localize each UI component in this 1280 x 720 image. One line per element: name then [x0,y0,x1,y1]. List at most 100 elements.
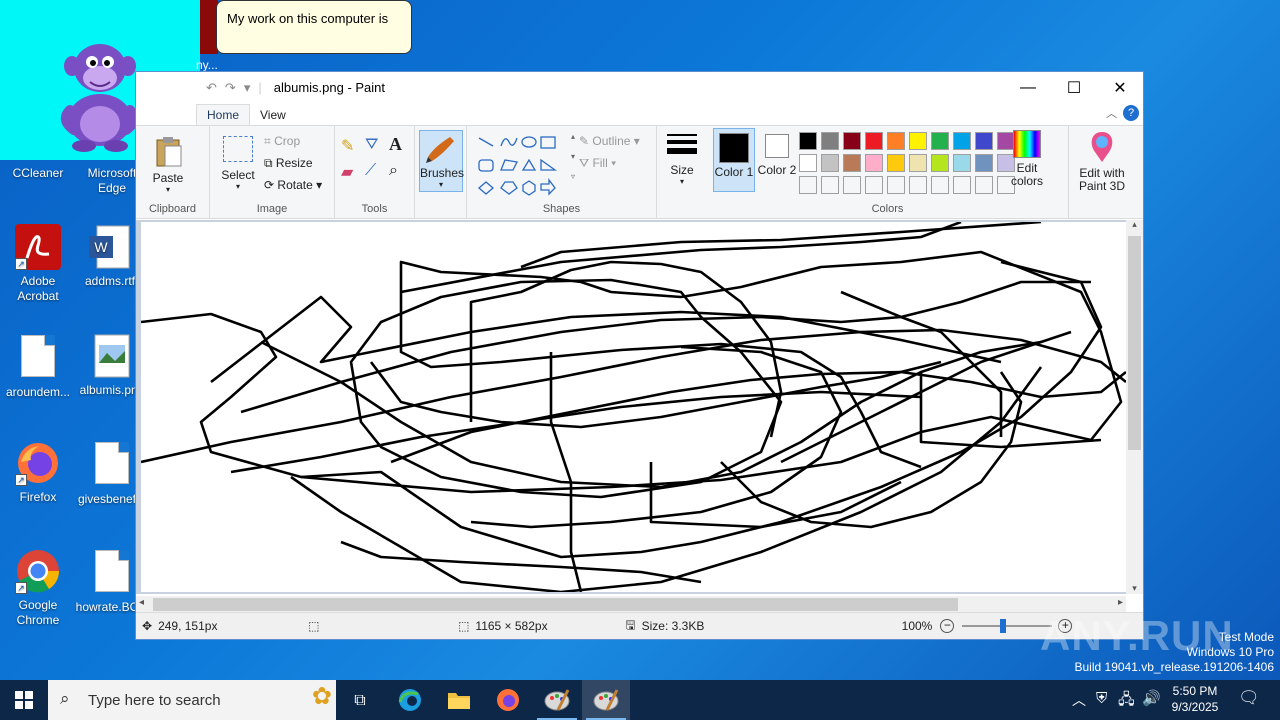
edit-colors-button[interactable]: Edit colors [1009,130,1045,188]
palette-custom-slot[interactable] [887,176,905,194]
palette-swatch[interactable] [931,132,949,150]
image-group-label: Image [256,203,288,215]
network-icon[interactable]: 🖧 [1118,689,1135,714]
undo-icon[interactable]: ↶ [206,80,217,96]
palette-swatch[interactable] [799,154,817,172]
taskbar-edge[interactable] [386,680,434,720]
taskbar-firefox[interactable] [484,680,532,720]
paste-button[interactable]: Paste ▾ [148,134,188,194]
palette-swatch[interactable] [931,154,949,172]
palette-custom-slot[interactable] [799,176,817,194]
palette-custom-slot[interactable] [953,176,971,194]
color-picker-icon[interactable]: ⟋ [365,162,376,180]
palette-swatch[interactable] [887,154,905,172]
eraser-icon[interactable]: ▰ [341,162,353,182]
redo-icon[interactable]: ↷ [225,80,236,96]
palette-custom-slot[interactable] [931,176,949,194]
palette-swatch[interactable] [865,132,883,150]
tab-view[interactable]: View [250,105,296,125]
desktop-icon-aroundem[interactable]: aroundem... [0,333,76,400]
palette-custom-slot[interactable] [909,176,927,194]
vertical-scroll-thumb[interactable] [1128,236,1141,450]
shapes-scroll-down-icon[interactable]: ▾ [571,152,575,161]
horizontal-scrollbar[interactable]: ◂ ▸ [136,596,1126,613]
crop-button[interactable]: ⌗ Crop [264,134,300,149]
shapes-gallery[interactable] [475,132,571,196]
title-bar[interactable]: ↶ ↷ ▾ | albumis.png - Paint — ☐ ✕ [136,72,1143,103]
taskbar-search-box[interactable]: ⌕ Type here to search ✿ [48,680,336,720]
start-button[interactable] [0,680,48,720]
desktop-icon-firefox[interactable]: ↗ Firefox [0,440,76,505]
palette-swatch[interactable] [843,132,861,150]
maximize-button[interactable]: ☐ [1051,72,1097,103]
size-button[interactable]: Size ▾ [663,132,701,186]
magnifier-icon[interactable]: ⌕ [389,162,398,180]
desktop-icon-ccleaner[interactable]: CCleaner [0,166,76,181]
zoom-slider-thumb[interactable] [1000,619,1007,633]
canvas-area[interactable] [136,220,1143,594]
shapes-expand-icon[interactable]: ▿ [571,172,575,181]
zoom-out-icon[interactable]: − [940,619,955,633]
palette-swatch[interactable] [821,132,839,150]
text-tool-icon[interactable]: A [389,134,402,155]
taskbar-paint-2[interactable] [582,680,630,720]
palette-swatch[interactable] [975,154,993,172]
desktop-icon-chrome[interactable]: ↗ Google Chrome [0,548,76,628]
palette-swatch[interactable] [843,154,861,172]
minimize-button[interactable]: — [1005,72,1051,103]
tab-home[interactable]: Home [196,104,251,125]
palette-custom-slot[interactable] [865,176,883,194]
shapes-scroll-up-icon[interactable]: ▴ [571,132,575,141]
collapse-ribbon-icon[interactable]: ︿ [1106,105,1117,121]
vertical-scrollbar[interactable]: ▴ ▾ [1126,220,1143,594]
palette-swatch[interactable] [821,154,839,172]
palette-custom-slot[interactable] [821,176,839,194]
close-button[interactable]: ✕ [1097,72,1143,103]
color1-button[interactable]: Color 1 [713,128,755,192]
rotate-button[interactable]: ⟳ Rotate ▾ [264,178,322,192]
drawing-canvas[interactable] [141,222,1126,592]
palette-swatch[interactable] [909,132,927,150]
taskbar-paint-1[interactable] [533,680,581,720]
desktop-icon-chrome-label: Google Chrome [16,598,60,627]
palette-swatch[interactable] [865,154,883,172]
palette-custom-slot[interactable] [843,176,861,194]
fill-bucket-icon[interactable]: ⛛ [365,136,378,154]
palette-swatch[interactable] [887,132,905,150]
show-hidden-icons-icon[interactable]: ︿ [1072,690,1086,710]
taskbar-file-explorer[interactable] [435,680,483,720]
clock[interactable]: 5:50 PM 9/3/2025 [1166,683,1224,715]
paint-palette-icon [544,689,570,711]
palette-swatch[interactable] [909,154,927,172]
ribbon-tabs: Home View ︿ ? [136,103,1143,125]
color2-button[interactable]: Color 2 [757,128,797,177]
pencil-icon[interactable]: ✎ [341,136,354,156]
fill-button[interactable]: ⛛ Fill ▾ [579,156,616,171]
select-button[interactable]: Select ▾ [218,134,258,191]
desktop-icon-acrobat[interactable]: ↗ Adobe Acrobat [0,224,76,304]
palette-swatch[interactable] [953,154,971,172]
palette-custom-slot[interactable] [975,176,993,194]
resize-label: Resize [275,156,313,170]
zoom-slider[interactable] [962,619,1053,633]
scroll-up-icon[interactable]: ▴ [1126,220,1143,234]
palette-swatch[interactable] [953,132,971,150]
volume-icon[interactable]: 🔊 [1142,689,1161,707]
scroll-left-icon[interactable]: ◂ [139,597,144,608]
customize-qat-icon[interactable]: ▾ [244,80,251,96]
scroll-down-icon[interactable]: ▾ [1126,584,1143,594]
paint-window[interactable]: ↶ ↷ ▾ | albumis.png - Paint — ☐ ✕ Home V… [135,71,1144,640]
brushes-button[interactable]: Brushes ▾ [419,130,464,192]
outline-button[interactable]: ✎ Outline ▾ [579,134,640,148]
notification-center-icon[interactable]: 🗨 [1238,688,1260,708]
palette-swatch[interactable] [975,132,993,150]
help-icon[interactable]: ? [1123,105,1139,121]
resize-button[interactable]: ⧉ Resize [264,156,313,171]
task-view-button[interactable]: ⧉ [336,680,384,720]
ribbon: Paste ▾ Clipboard Select ▾ ⌗ Crop ⧉ Resi… [136,125,1143,219]
defender-icon[interactable]: ⛨ [1096,689,1107,707]
horizontal-scroll-thumb[interactable] [153,598,958,611]
palette-swatch[interactable] [799,132,817,150]
edit-with-paint3d-button[interactable]: Edit with Paint 3D [1070,130,1134,193]
scroll-right-icon[interactable]: ▸ [1118,597,1123,608]
